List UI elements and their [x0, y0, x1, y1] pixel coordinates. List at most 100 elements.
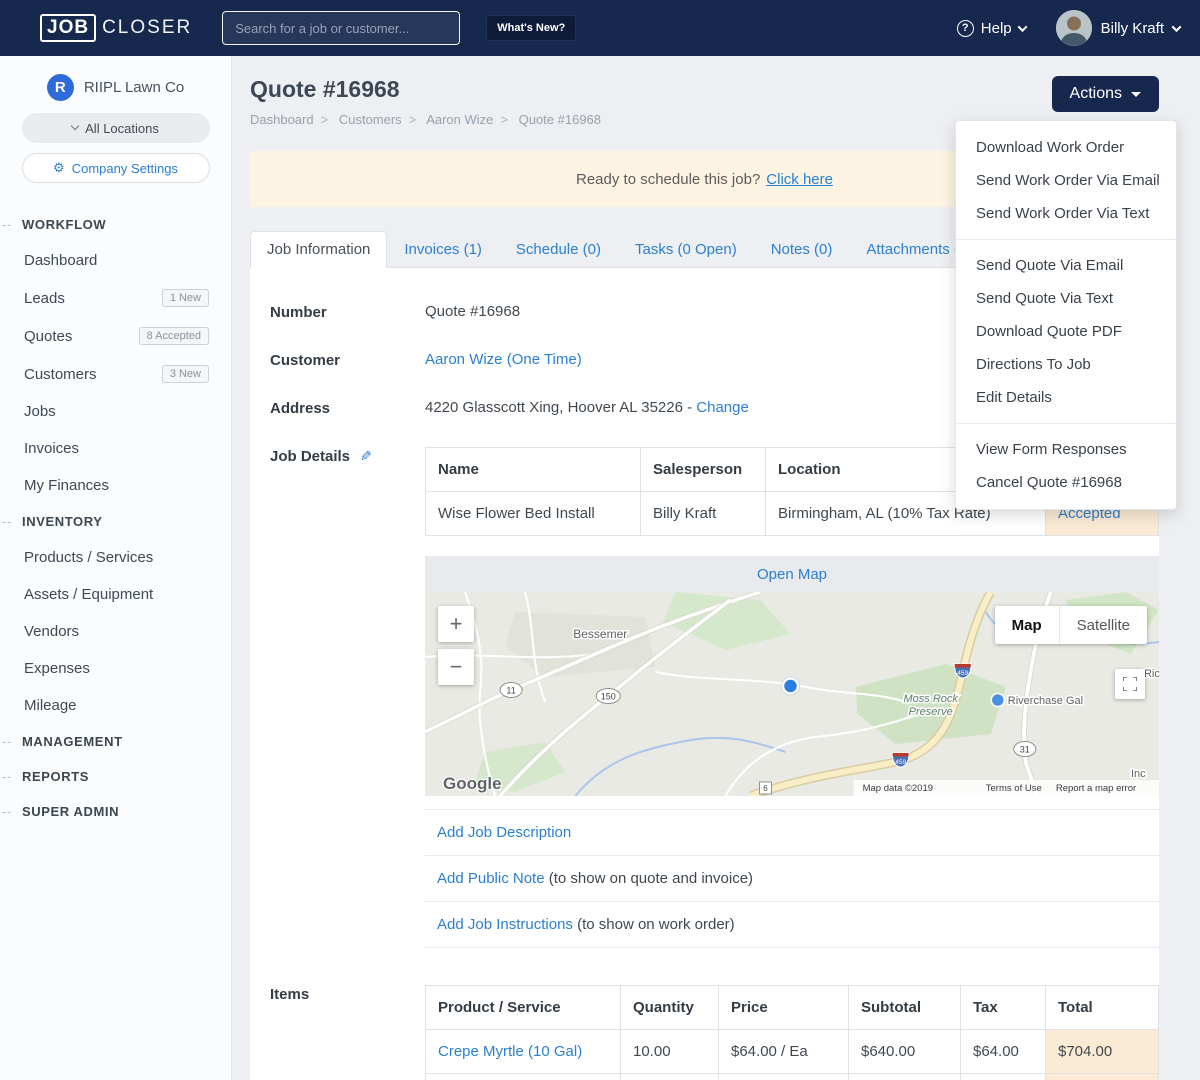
- sidebar-item-quotes[interactable]: Quotes 8 Accepted: [0, 317, 231, 355]
- company-settings-label: Company Settings: [71, 160, 178, 176]
- map-marker-icon[interactable]: [781, 677, 800, 695]
- table-row: Hydrangea Bush 3.00 $28.50 / Ea $85.50 $…: [425, 1073, 1159, 1080]
- sidebar-item-products-services[interactable]: Products / Services: [0, 539, 231, 576]
- add-job-instructions-link[interactable]: Add Job Instructions: [437, 916, 573, 933]
- sidebar-item-customers[interactable]: Customers 3 New: [0, 355, 231, 393]
- menu-item-view-form-responses[interactable]: View Form Responses: [956, 433, 1176, 466]
- menu-item-send-quote-text[interactable]: Send Quote Via Text: [956, 282, 1176, 315]
- user-menu[interactable]: Billy Kraft: [1055, 10, 1182, 46]
- jd-header-name: Name: [425, 447, 641, 492]
- chevron-down-icon: [1171, 21, 1182, 32]
- sidebar-item-jobs[interactable]: Jobs: [0, 393, 231, 430]
- table-row: Crepe Myrtle (10 Gal) 10.00 $64.00 / Ea …: [425, 1029, 1159, 1074]
- product-link[interactable]: Crepe Myrtle (10 Gal): [438, 1043, 582, 1060]
- breadcrumb-dashboard[interactable]: Dashboard: [250, 112, 335, 127]
- section-inventory[interactable]: INVENTORY: [0, 504, 231, 539]
- caret-down-icon: [1131, 91, 1141, 97]
- jd-salesperson: Billy Kraft: [640, 491, 766, 536]
- section-super-admin[interactable]: SUPER ADMIN: [0, 794, 231, 829]
- edit-pencil-icon[interactable]: ✎: [360, 448, 372, 465]
- locations-dropdown[interactable]: All Locations: [21, 113, 210, 143]
- search-input[interactable]: [222, 11, 461, 45]
- svg-text:459: 459: [895, 759, 906, 766]
- sidebar-item-label: Quotes: [24, 327, 73, 345]
- terms-of-use-link[interactable]: Terms of Use: [986, 783, 1042, 794]
- items-header-tax: Tax: [960, 985, 1046, 1030]
- map-label-edge-1: Ric: [1144, 668, 1159, 680]
- zoom-out-button[interactable]: −: [438, 649, 474, 685]
- items-row: Items Product / Service Quantity Price S…: [270, 963, 1159, 1080]
- schedule-click-here-link[interactable]: Click here: [766, 171, 833, 188]
- menu-item-cancel-quote[interactable]: Cancel Quote #16968: [956, 466, 1176, 499]
- topbar: JOB CLOSER What's New? ? Help Billy Kraf…: [0, 0, 1200, 56]
- open-map-link[interactable]: Open Map: [757, 566, 827, 583]
- menu-item-send-work-order-text[interactable]: Send Work Order Via Text: [956, 197, 1176, 230]
- menu-item-download-work-order[interactable]: Download Work Order: [956, 131, 1176, 164]
- company-logo: R: [46, 74, 74, 101]
- address-change-link[interactable]: Change: [696, 399, 749, 416]
- item-tax: $8.55: [960, 1073, 1046, 1080]
- sidebar-item-label: Products / Services: [24, 549, 154, 566]
- menu-item-send-work-order-email[interactable]: Send Work Order Via Email: [956, 164, 1176, 197]
- tab-schedule[interactable]: Schedule (0): [499, 231, 618, 268]
- avatar: [1055, 10, 1092, 46]
- jd-header-salesperson: Salesperson: [640, 447, 766, 492]
- fullscreen-button[interactable]: [1115, 669, 1145, 699]
- route-badge-6: 6: [758, 781, 772, 795]
- company-settings-button[interactable]: ⚙ Company Settings: [21, 153, 210, 183]
- breadcrumb-customers[interactable]: Customers: [339, 112, 423, 127]
- tab-invoices[interactable]: Invoices (1): [387, 231, 499, 268]
- sidebar-item-vendors[interactable]: Vendors: [0, 613, 231, 650]
- menu-item-directions-to-job[interactable]: Directions To Job: [956, 348, 1176, 381]
- main-content: Quote #16968 Dashboard Customers Aaron W…: [232, 56, 1200, 1080]
- zoom-in-button[interactable]: +: [438, 606, 474, 642]
- fullscreen-icon: [1123, 677, 1137, 691]
- menu-item-edit-details[interactable]: Edit Details: [956, 381, 1176, 414]
- actions-button[interactable]: Actions: [1051, 76, 1159, 112]
- sidebar-item-label: Dashboard: [24, 252, 98, 269]
- help-icon: ?: [956, 19, 974, 37]
- add-job-instructions-suffix: (to show on work order): [572, 916, 735, 933]
- sidebar-item-dashboard[interactable]: Dashboard: [0, 242, 231, 279]
- map-view-button[interactable]: Map: [994, 606, 1059, 644]
- company-header[interactable]: R RIIPL Lawn Co: [0, 74, 231, 101]
- report-map-error-link[interactable]: Report a map error: [1056, 783, 1136, 794]
- sidebar-item-leads[interactable]: Leads 1 New: [0, 279, 231, 317]
- sidebar-item-expenses[interactable]: Expenses: [0, 650, 231, 687]
- sidebar-item-label: Assets / Equipment: [24, 586, 154, 603]
- section-management[interactable]: MANAGEMENT: [0, 724, 231, 759]
- breadcrumb-current: Quote #16968: [518, 112, 602, 127]
- app-logo[interactable]: JOB CLOSER: [40, 14, 192, 42]
- poi-pin-icon[interactable]: [990, 692, 1006, 708]
- svg-text:6: 6: [763, 784, 768, 793]
- section-workflow[interactable]: WORKFLOW: [0, 207, 231, 242]
- map-container: Bessemer Moss Rock Preserve Riverchase G…: [425, 592, 1159, 796]
- tab-notes[interactable]: Notes (0): [754, 231, 850, 268]
- svg-text:459: 459: [957, 670, 968, 677]
- map-label-city: Bessemer: [573, 627, 627, 641]
- whats-new-button[interactable]: What's New?: [486, 15, 577, 41]
- sidebar-item-assets-equipment[interactable]: Assets / Equipment: [0, 576, 231, 613]
- sidebar-item-invoices[interactable]: Invoices: [0, 430, 231, 467]
- sidebar-item-mileage[interactable]: Mileage: [0, 687, 231, 724]
- sidebar-item-label: Expenses: [24, 660, 90, 677]
- menu-item-download-quote-pdf[interactable]: Download Quote PDF: [956, 315, 1176, 348]
- section-reports[interactable]: REPORTS: [0, 759, 231, 794]
- logo-closer: CLOSER: [102, 17, 193, 38]
- map-type-control: Map Satellite: [994, 606, 1147, 644]
- menu-divider: [956, 423, 1176, 424]
- topbar-right: ? Help Billy Kraft: [956, 10, 1182, 46]
- actions-label: Actions: [1069, 85, 1122, 102]
- sidebar-item-my-finances[interactable]: My Finances: [0, 467, 231, 504]
- customer-link[interactable]: Aaron Wize (One Time): [425, 351, 582, 368]
- menu-item-send-quote-email[interactable]: Send Quote Via Email: [956, 249, 1176, 282]
- satellite-view-button[interactable]: Satellite: [1058, 606, 1147, 644]
- add-job-description-link[interactable]: Add Job Description: [437, 824, 571, 841]
- add-public-note-link[interactable]: Add Public Note: [437, 870, 545, 887]
- breadcrumb-customer[interactable]: Aaron Wize: [426, 112, 515, 127]
- tab-job-information[interactable]: Job Information: [250, 231, 388, 268]
- tab-tasks[interactable]: Tasks (0 Open): [618, 231, 754, 268]
- map-label-park-2: Preserve: [909, 706, 953, 718]
- nav-badge: 3 New: [161, 365, 209, 383]
- help-menu[interactable]: ? Help: [956, 19, 1028, 37]
